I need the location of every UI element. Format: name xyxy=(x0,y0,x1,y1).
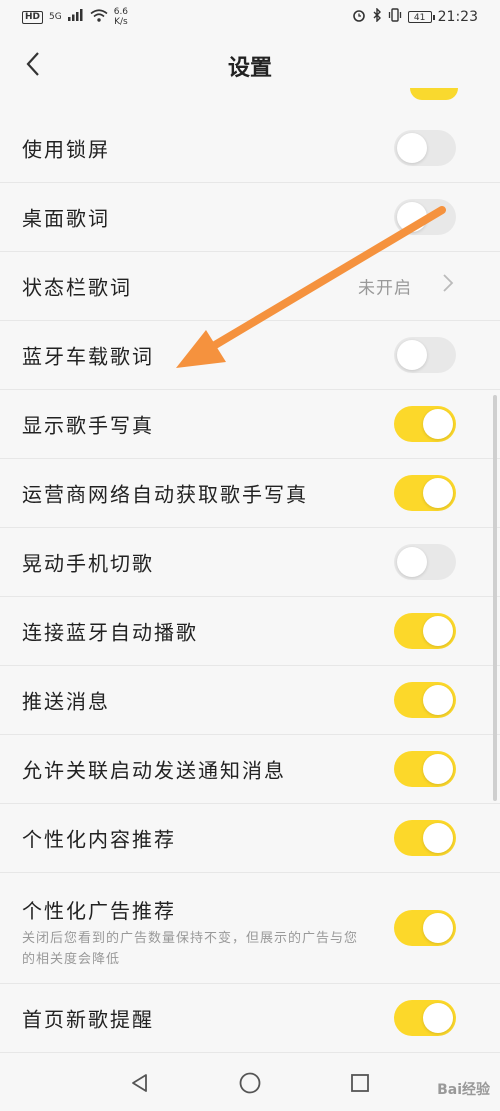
setting-use-lockscreen: 使用锁屏 xyxy=(0,114,500,183)
setting-label: 蓝牙车载歌词 xyxy=(22,344,154,369)
speed-value: 6.6 xyxy=(113,7,129,17)
setting-value: 未开启 xyxy=(358,278,412,299)
hd-icon: HD xyxy=(22,10,44,24)
watermark: Bai经验 xyxy=(437,1082,490,1098)
nav-home-button[interactable] xyxy=(235,1068,265,1098)
setting-linked-start-notifications: 允许关联启动发送通知消息 xyxy=(0,735,500,804)
show-artist-photo-toggle[interactable] xyxy=(394,406,456,442)
triangle-back-icon xyxy=(132,1074,147,1092)
bluetooth-car-lyrics-toggle[interactable] xyxy=(394,337,456,373)
setting-bluetooth-car-lyrics: 蓝牙车载歌词 xyxy=(0,321,500,390)
setting-label: 连接蓝牙自动播歌 xyxy=(22,620,198,645)
setting-desktop-lyrics: 桌面歌词 xyxy=(0,183,500,252)
carrier-artist-photo-toggle[interactable] xyxy=(394,475,456,511)
setting-label: 个性化内容推荐 xyxy=(22,827,176,852)
nav-back-button[interactable] xyxy=(125,1068,155,1098)
setting-description: 关闭后您看到的广告数量保持不变，但展示的广告与您的相关度会降低 xyxy=(22,931,359,967)
personalized-content-toggle[interactable] xyxy=(394,820,456,856)
title-bar: 设置 xyxy=(0,34,500,96)
setting-label: 运营商网络自动获取歌手写真 xyxy=(22,482,308,507)
personalized-ads-toggle[interactable] xyxy=(394,910,456,946)
toggle-partially-visible xyxy=(410,88,458,100)
bluetooth-autoplay-toggle[interactable] xyxy=(394,613,456,649)
setting-label: 推送消息 xyxy=(22,689,110,714)
setting-bluetooth-autoplay: 连接蓝牙自动播歌 xyxy=(0,597,500,666)
setting-show-artist-photo: 显示歌手写真 xyxy=(0,390,500,459)
status-bar: HD 5G 6.6 K/s 41 21:23 xyxy=(0,0,500,34)
setting-personalized-ads: 个性化广告推荐 关闭后您看到的广告数量保持不变，但展示的广告与您的相关度会降低 xyxy=(0,873,500,984)
homepage-new-songs-toggle[interactable] xyxy=(394,1000,456,1036)
setting-personalized-content: 个性化内容推荐 xyxy=(0,804,500,873)
push-messages-toggle[interactable] xyxy=(394,682,456,718)
setting-label: 显示歌手写真 xyxy=(22,413,154,438)
shake-switch-song-toggle[interactable] xyxy=(394,544,456,580)
setting-label: 使用锁屏 xyxy=(22,137,110,162)
speed-unit: K/s xyxy=(114,17,128,27)
settings-list: 使用锁屏 桌面歌词 状态栏歌词 未开启 蓝牙车载歌词 显示歌手写真 运营商网络自… xyxy=(0,114,500,1053)
scrollbar[interactable] xyxy=(493,395,497,801)
navigation-bar xyxy=(0,1055,500,1111)
setting-label: 桌面歌词 xyxy=(22,206,110,231)
circle-home-icon xyxy=(239,1072,261,1094)
bluetooth-icon xyxy=(372,7,382,26)
page-title: 设置 xyxy=(227,56,272,81)
setting-shake-switch-song: 晃动手机切歌 xyxy=(0,528,500,597)
use-lockscreen-toggle[interactable] xyxy=(394,130,456,166)
network-type: 5G xyxy=(49,12,62,22)
wifi-icon xyxy=(90,8,108,26)
signal-icon xyxy=(67,9,84,25)
setting-carrier-artist-photo: 运营商网络自动获取歌手写真 xyxy=(0,459,500,528)
battery-icon: 41 xyxy=(407,11,435,23)
vibrate-icon xyxy=(388,8,402,26)
network-speed: 6.6 K/s xyxy=(114,7,128,27)
alarm-icon xyxy=(352,8,366,26)
setting-homepage-new-songs: 首页新歌提醒 xyxy=(0,984,500,1053)
setting-label: 允许关联启动发送通知消息 xyxy=(22,758,286,783)
linked-start-notifications-toggle[interactable] xyxy=(394,751,456,787)
setting-statusbar-lyrics[interactable]: 状态栏歌词 未开启 xyxy=(0,252,500,321)
setting-label: 晃动手机切歌 xyxy=(22,551,154,576)
square-recents-icon xyxy=(351,1074,369,1092)
setting-push-messages: 推送消息 xyxy=(0,666,500,735)
clock: 21:23 xyxy=(437,9,478,25)
setting-label: 首页新歌提醒 xyxy=(22,1007,154,1032)
desktop-lyrics-toggle[interactable] xyxy=(394,199,456,235)
nav-recents-button[interactable] xyxy=(345,1068,375,1098)
setting-label: 状态栏歌词 xyxy=(22,275,132,300)
setting-label: 个性化广告推荐 xyxy=(22,899,176,923)
chevron-right-icon xyxy=(442,273,454,299)
